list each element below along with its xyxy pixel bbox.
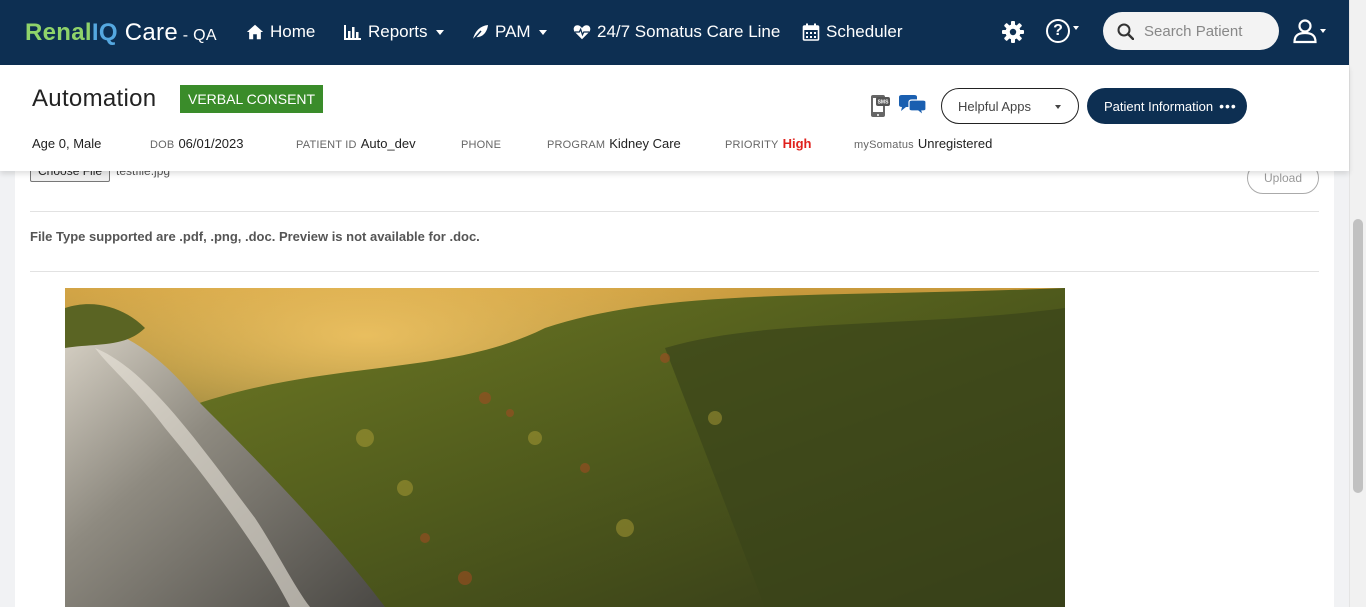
patient-information-button[interactable]: Patient Information ••• xyxy=(1087,88,1247,124)
chat-icon[interactable] xyxy=(897,94,927,116)
priority-label: PRIORITY xyxy=(725,139,779,151)
calendar-icon xyxy=(802,23,820,41)
app-logo[interactable]: RenalIQ Care - QA xyxy=(25,19,217,47)
helpful-apps-dropdown[interactable]: Helpful Apps xyxy=(941,88,1079,124)
nav-pam-label: PAM xyxy=(495,22,531,41)
mysomatus-field: mySomatus Unregistered xyxy=(854,136,992,151)
nav-care-line-label: 24/7 Somatus Care Line xyxy=(597,22,781,41)
search-patient[interactable] xyxy=(1103,12,1279,50)
age-gender-value: Age 0, Male xyxy=(32,136,102,151)
chevron-down-icon xyxy=(435,29,444,35)
patient-id-field: PATIENT ID Auto_dev xyxy=(296,136,416,151)
patient-id-value: Auto_dev xyxy=(360,136,416,151)
phone-field: PHONE xyxy=(461,136,505,151)
dob-value: 06/01/2023 xyxy=(178,136,244,151)
sms-icon-label: SMS xyxy=(878,100,890,106)
nav-scheduler-label: Scheduler xyxy=(826,22,903,41)
landscape-photo xyxy=(65,288,1065,607)
phone-label: PHONE xyxy=(461,139,502,151)
age-gender: Age 0, Male xyxy=(32,136,101,151)
file-preview-image xyxy=(65,288,1065,607)
scrollbar-thumb[interactable] xyxy=(1353,219,1363,493)
verbal-consent-badge: VERBAL CONSENT xyxy=(180,85,324,113)
brand-care: Care xyxy=(117,19,178,46)
dob-field: DOB 06/01/2023 xyxy=(150,136,244,151)
nav-care-line[interactable]: 24/7 Somatus Care Line xyxy=(573,22,780,42)
priority-field: PRIORITY High xyxy=(725,136,811,151)
program-value: Kidney Care xyxy=(609,136,681,151)
program-field: PROGRAM Kidney Care xyxy=(547,136,681,151)
document-upload-panel: Choose File testfile.jpg Upload File Typ… xyxy=(15,160,1334,607)
home-icon xyxy=(246,24,264,40)
leaf-icon xyxy=(472,25,488,41)
dob-label: DOB xyxy=(150,139,175,151)
search-input[interactable] xyxy=(1144,22,1274,40)
nav-home[interactable]: Home xyxy=(246,22,315,42)
top-navbar: RenalIQ Care - QA Home Reports PAM 24/7 … xyxy=(0,0,1349,65)
patient-id-label: PATIENT ID xyxy=(296,139,357,151)
patient-name: Automation xyxy=(32,85,157,112)
patient-header: Automation VERBAL CONSENT SMS Helpful Ap… xyxy=(0,65,1349,171)
sms-icon[interactable]: SMS xyxy=(868,94,890,118)
nav-reports[interactable]: Reports xyxy=(344,22,444,42)
gear-icon[interactable] xyxy=(1001,20,1025,44)
heartbeat-icon xyxy=(573,25,591,40)
more-dots-icon: ••• xyxy=(1219,98,1237,114)
brand-env: - QA xyxy=(177,27,217,44)
divider xyxy=(30,271,1319,272)
mysomatus-label: mySomatus xyxy=(854,139,914,151)
search-icon xyxy=(1117,23,1134,40)
help-menu[interactable]: ? xyxy=(1046,19,1079,43)
nav-home-label: Home xyxy=(270,22,316,41)
user-menu[interactable] xyxy=(1292,18,1326,44)
bar-chart-icon xyxy=(344,25,361,40)
priority-value: High xyxy=(782,136,812,151)
chevron-down-icon xyxy=(1073,26,1079,30)
helpful-apps-label: Helpful Apps xyxy=(958,98,1031,114)
divider xyxy=(30,211,1319,212)
brand-renal: Renal xyxy=(25,19,92,46)
mysomatus-value: Unregistered xyxy=(917,136,993,151)
question-circle-icon: ? xyxy=(1046,19,1070,43)
nav-reports-label: Reports xyxy=(368,22,428,41)
chevron-down-icon xyxy=(538,29,547,35)
user-icon xyxy=(1293,19,1317,44)
file-type-note: File Type supported are .pdf, .png, .doc… xyxy=(30,229,480,244)
nav-scheduler[interactable]: Scheduler xyxy=(802,22,903,42)
program-label: PROGRAM xyxy=(547,139,606,151)
chevron-down-icon xyxy=(1055,105,1061,109)
brand-iq: IQ xyxy=(91,19,118,46)
patient-information-label: Patient Information xyxy=(1104,98,1214,114)
chevron-down-icon xyxy=(1320,29,1326,33)
nav-pam[interactable]: PAM xyxy=(471,22,547,42)
page-scrollbar[interactable] xyxy=(1349,0,1366,607)
